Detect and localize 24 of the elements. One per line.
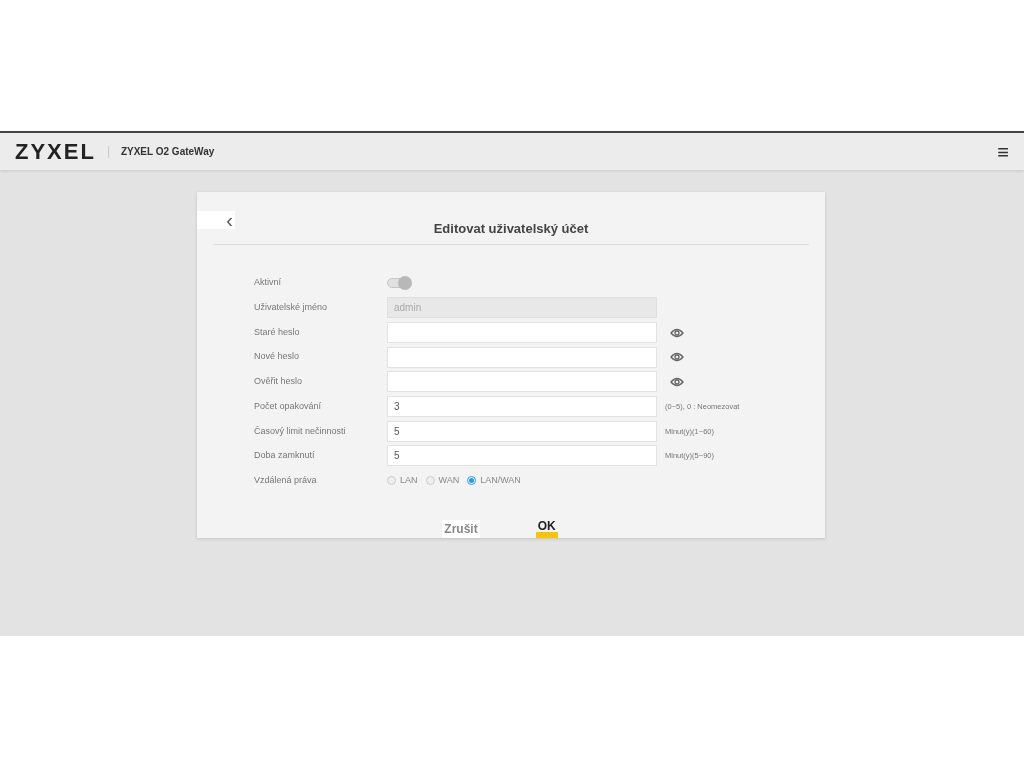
input-field[interactable]: 3 — [387, 396, 657, 418]
field-label: Uživatelské jméno — [254, 301, 329, 315]
field-label: Staré heslo — [254, 325, 301, 339]
cancel-button[interactable]: Zrušit — [442, 520, 480, 538]
input-field[interactable] — [387, 346, 657, 368]
field-label: Časový limit nečinnosti — [254, 424, 347, 438]
field-label: Počet opakování — [254, 399, 323, 413]
logo[interactable]: ZYXEL — [15, 135, 96, 168]
product-name: ZYXEL O2 GateWay — [120, 145, 215, 159]
input-field[interactable]: 5 — [387, 420, 657, 442]
eye-icon[interactable] — [670, 352, 684, 363]
field-label: Ověřit heslo — [254, 375, 304, 389]
eye-icon[interactable] — [670, 376, 684, 387]
input-field[interactable] — [387, 322, 657, 344]
field-label: Aktivní — [254, 276, 282, 290]
back-button[interactable]: ‹ — [197, 211, 235, 229]
dialog-title: Editovat uživatelský účet — [432, 220, 590, 238]
input-field[interactable] — [387, 371, 657, 393]
field-label: Vzdálená práva — [254, 473, 318, 487]
eye-icon[interactable] — [670, 327, 684, 338]
field-label: Doba zamknutí — [254, 449, 316, 463]
ok-button[interactable]: OK — [535, 520, 558, 538]
input-field[interactable]: 5 — [387, 445, 657, 467]
field-label: Nové heslo — [254, 350, 301, 364]
